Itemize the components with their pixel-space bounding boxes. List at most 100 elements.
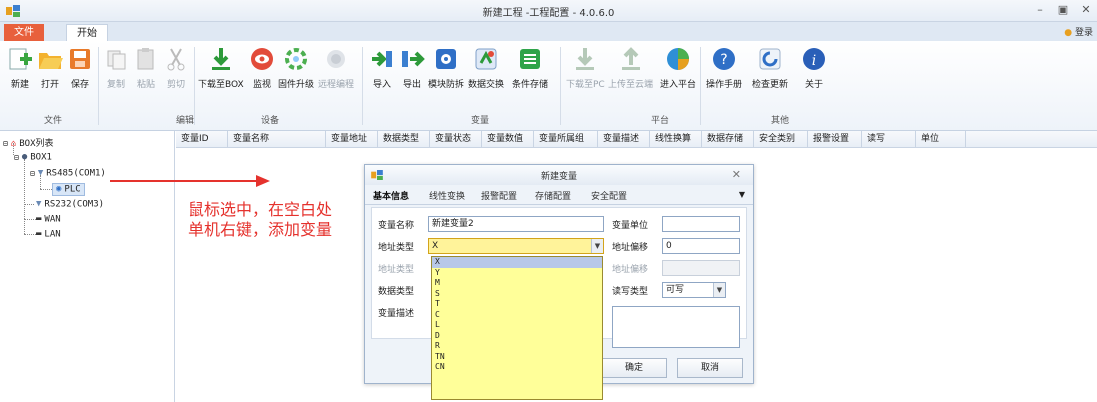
tab-security-config[interactable]: 安全配置 <box>591 189 627 202</box>
cancel-button[interactable]: 取消 <box>677 358 743 378</box>
variable-name-input[interactable]: 新建变量2 <box>428 216 604 232</box>
column-header[interactable]: 数据存储 <box>702 131 754 148</box>
variable-unit-input[interactable] <box>662 216 740 232</box>
tree-connector <box>24 219 25 234</box>
expand-minus-icon[interactable]: ⊟ <box>14 153 19 162</box>
annotation-line: 鼠标选中，在空白处 <box>188 200 333 219</box>
dropdown-option[interactable]: D <box>432 331 602 342</box>
tree-item-rs485[interactable]: ⊟ ▼ RS485(COM1) <box>30 168 106 179</box>
refresh-icon <box>759 48 781 70</box>
tab-storage-config[interactable]: 存储配置 <box>535 189 571 202</box>
column-header[interactable]: 报警设置 <box>808 131 862 148</box>
tree-item-wan[interactable]: ▬ WAN <box>36 214 61 225</box>
tab-basic-info[interactable]: 基本信息 <box>373 189 409 202</box>
variable-description-input[interactable] <box>612 306 740 348</box>
tamper-protection-button[interactable]: 模块防拆 <box>428 45 464 90</box>
variable-table-header: 变量ID 变量名称 变量地址 数据类型 变量状态 变量数值 变量所属组 变量描述… <box>176 131 1097 148</box>
group-separator <box>194 47 195 125</box>
port-icon: ▼ <box>37 168 44 178</box>
tab-file[interactable]: 文件 <box>4 24 44 41</box>
chevron-down-icon[interactable]: ▼ <box>713 283 725 297</box>
column-header[interactable]: 变量名称 <box>228 131 326 148</box>
export-button[interactable]: 导出 <box>398 45 426 90</box>
address-offset-label: 地址偏移 <box>612 243 649 253</box>
dropdown-option[interactable]: Y <box>432 268 602 279</box>
copy-button[interactable]: 复制 <box>102 45 130 90</box>
tab-linear-transform[interactable]: 线性变换 <box>429 189 465 202</box>
dialog-close-icon[interactable]: ✕ <box>732 168 741 181</box>
column-header[interactable]: 变量ID <box>176 131 228 148</box>
dropdown-option[interactable]: C <box>432 310 602 321</box>
column-header[interactable]: 变量描述 <box>598 131 650 148</box>
info-icon: i <box>803 48 825 70</box>
cut-button[interactable]: 剪切 <box>162 45 190 90</box>
monitor-button[interactable]: 监视 <box>248 45 276 90</box>
remote-programming-button[interactable]: 远程编程 <box>318 45 354 90</box>
upload-to-cloud-button[interactable]: 上传至云端 <box>608 45 653 90</box>
column-header[interactable]: 数据类型 <box>378 131 430 148</box>
firmware-upgrade-button[interactable]: 固件升级 <box>278 45 314 90</box>
box-icon: ● <box>21 152 28 162</box>
maximize-icon[interactable]: ▣ <box>1055 3 1071 17</box>
title-bar: 新建工程 -工程配置 - 4.0.6.0 – ▣ ✕ <box>0 0 1097 22</box>
column-header[interactable]: 变量状态 <box>430 131 482 148</box>
platform-icon <box>667 48 689 70</box>
column-header[interactable]: 读写 <box>862 131 916 148</box>
plc-icon: ◉ <box>56 184 62 194</box>
column-header[interactable]: 变量数值 <box>482 131 534 148</box>
tamper-icon <box>436 49 456 69</box>
address-type-select[interactable]: X ▼ <box>428 238 604 254</box>
column-header[interactable]: 变量所属组 <box>534 131 598 148</box>
tree-item-rs232[interactable]: ▼ RS232(COM3) <box>36 199 104 210</box>
paste-button[interactable]: 粘贴 <box>132 45 160 90</box>
import-button[interactable]: 导入 <box>368 45 396 90</box>
dropdown-option[interactable]: S <box>432 289 602 300</box>
download-to-pc-button[interactable]: 下载至PC <box>566 45 605 90</box>
close-icon[interactable]: ✕ <box>1078 3 1094 17</box>
minimize-icon[interactable]: – <box>1032 3 1048 17</box>
conditional-storage-button[interactable]: 条件存储 <box>512 45 548 90</box>
column-header[interactable]: 变量地址 <box>326 131 378 148</box>
tab-menu-chevron-icon[interactable]: ▼ <box>739 190 745 199</box>
data-exchange-button[interactable]: 数据交换 <box>468 45 504 90</box>
dialog-title-bar: 新建变量 ✕ <box>365 165 753 185</box>
enter-platform-button[interactable]: 进入平台 <box>660 45 696 90</box>
column-header[interactable]: 单位 <box>916 131 966 148</box>
group-label-variable: 变量 <box>470 116 489 126</box>
chevron-down-icon[interactable]: ▼ <box>591 239 603 253</box>
user-icon: ● <box>1064 28 1073 38</box>
about-button[interactable]: i 关于 <box>800 45 828 90</box>
read-write-type-select[interactable]: 可写 ▼ <box>662 282 726 298</box>
network-icon: ▬ <box>36 229 42 239</box>
tree-item-box-list[interactable]: ⊟ ⌂ BOX列表 <box>3 136 54 150</box>
save-button[interactable]: 保存 <box>66 45 94 90</box>
expand-minus-icon[interactable]: ⊟ <box>30 169 35 178</box>
new-button[interactable]: 新建 <box>6 45 34 90</box>
dropdown-option[interactable]: R <box>432 341 602 352</box>
column-header[interactable]: 线性换算 <box>650 131 702 148</box>
dropdown-option[interactable]: TN <box>432 352 602 363</box>
tab-alarm-config[interactable]: 报警配置 <box>481 189 517 202</box>
dropdown-option[interactable]: CN <box>432 362 602 373</box>
tree-item-plc[interactable]: ◉ PLC <box>52 183 85 196</box>
export-icon <box>402 51 425 67</box>
tree-item-box1[interactable]: ⊟ ● BOX1 <box>14 152 52 163</box>
address-offset-input[interactable]: 0 <box>662 238 740 254</box>
download-to-box-button[interactable]: 下载至BOX <box>198 45 244 90</box>
column-header[interactable]: 安全类别 <box>754 131 808 148</box>
variable-description-label: 变量描述 <box>378 309 415 319</box>
ok-button[interactable]: 确定 <box>601 358 667 378</box>
dropdown-option[interactable]: T <box>432 299 602 310</box>
tab-home[interactable]: 开始 <box>66 24 108 41</box>
dropdown-option[interactable]: X <box>432 257 602 268</box>
check-update-button[interactable]: 检查更新 <box>752 45 788 90</box>
dropdown-option[interactable]: L <box>432 320 602 331</box>
remote-programming-icon <box>327 50 345 68</box>
expand-minus-icon[interactable]: ⊟ <box>3 139 8 148</box>
box-tree-panel: ⊟ ⌂ BOX列表 ⊟ ● BOX1 ⊟ ▼ RS485(COM1) ◉ PLC ▼ RS232… <box>0 131 175 402</box>
login-link[interactable]: ● 登录 <box>1064 25 1093 38</box>
manual-button[interactable]: ? 操作手册 <box>706 45 742 90</box>
open-button[interactable]: 打开 <box>36 45 64 90</box>
dropdown-option[interactable]: M <box>432 278 602 289</box>
tree-item-lan[interactable]: ▬ LAN <box>36 229 61 240</box>
